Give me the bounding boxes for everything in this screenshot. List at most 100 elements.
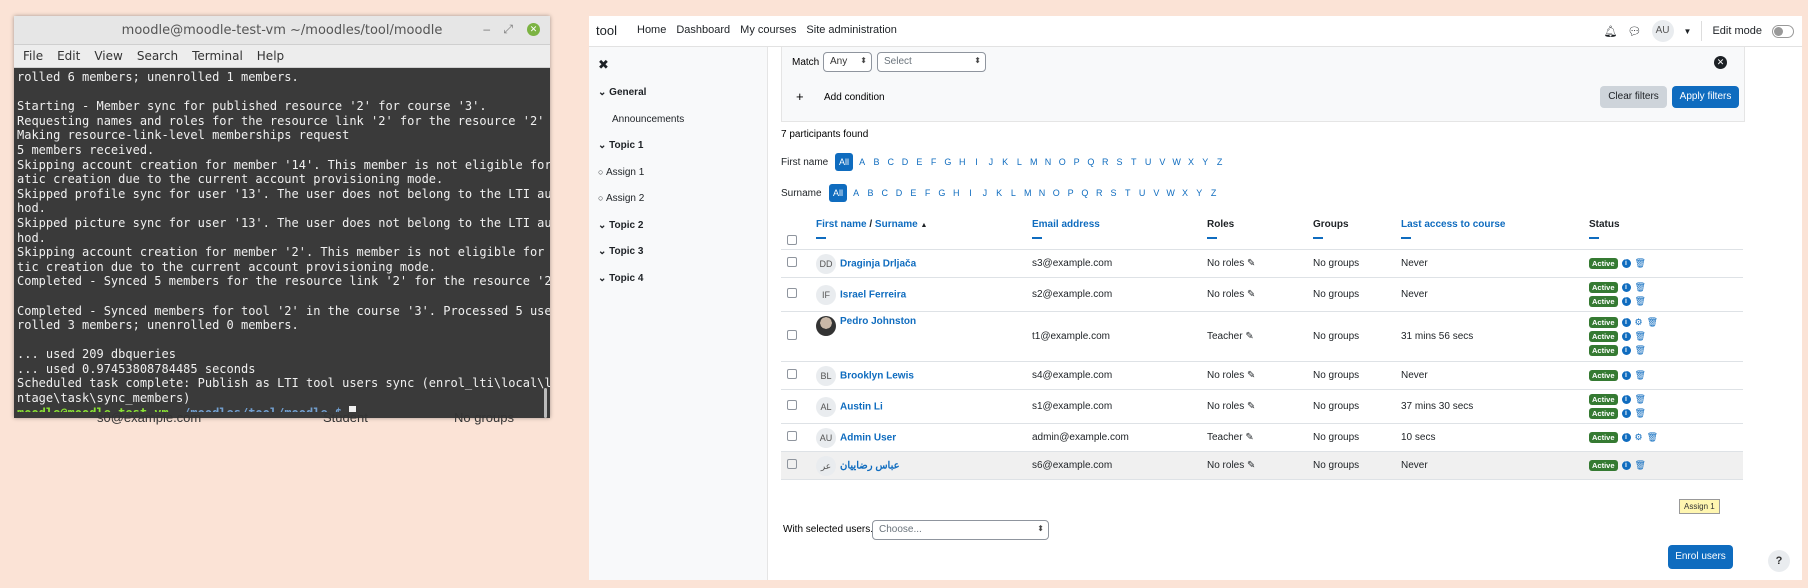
firstname-letter-p[interactable]: P	[1069, 153, 1083, 171]
user-name-link[interactable]: Austin Li	[840, 401, 883, 412]
info-icon[interactable]: i	[1621, 409, 1631, 418]
collapse-lastaccess-icon[interactable]	[1401, 237, 1411, 239]
trash-icon[interactable]: 🗑︎	[1635, 370, 1646, 381]
clear-filters-button[interactable]: Clear filters	[1600, 86, 1667, 108]
enrol-users-button[interactable]: Enrol users	[1668, 545, 1733, 569]
edit-mode-toggle[interactable]	[1772, 24, 1794, 38]
firstname-letter-a[interactable]: A	[855, 153, 869, 171]
row-checkbox[interactable]	[787, 431, 797, 441]
user-name-link[interactable]: Israel Ferreira	[840, 289, 906, 300]
trash-icon[interactable]: 🗑︎	[1647, 317, 1658, 328]
firstname-letter-e[interactable]: E	[912, 153, 926, 171]
info-icon[interactable]: i	[1621, 433, 1631, 442]
firstname-letter-z[interactable]: Z	[1212, 153, 1226, 171]
collapse-name-icon[interactable]	[816, 237, 826, 239]
surname-letter-r[interactable]: R	[1092, 184, 1106, 202]
chat-icon[interactable]: 💬︎	[1628, 25, 1642, 38]
firstname-letter-t[interactable]: T	[1127, 153, 1141, 171]
trash-icon[interactable]: 🗑︎	[1635, 282, 1646, 293]
site-brand[interactable]: tool	[596, 23, 617, 38]
pencil-icon[interactable]: ✎	[1244, 370, 1255, 381]
surname-letter-h[interactable]: H	[949, 184, 963, 202]
course-index-item[interactable]: ⌄ Topic 4	[598, 273, 643, 284]
bulk-action-select[interactable]: Choose...	[872, 520, 1049, 540]
trash-icon[interactable]: 🗑︎	[1635, 345, 1646, 356]
user-name-link[interactable]: عباس رضاییان	[840, 460, 900, 471]
close-drawer-icon[interactable]: ✖	[598, 57, 609, 73]
course-index-item[interactable]: ○ Assign 1	[598, 167, 644, 178]
firstname-letter-x[interactable]: X	[1184, 153, 1198, 171]
surname-letter-f[interactable]: F	[920, 184, 934, 202]
surname-letter-v[interactable]: V	[1149, 184, 1163, 202]
info-icon[interactable]: i	[1621, 461, 1631, 470]
firstname-letter-h[interactable]: H	[955, 153, 969, 171]
surname-letter-o[interactable]: O	[1049, 184, 1063, 202]
firstname-letter-f[interactable]: F	[926, 153, 940, 171]
firstname-letter-c[interactable]: C	[884, 153, 898, 171]
surname-letter-t[interactable]: T	[1121, 184, 1135, 202]
filter-type-select[interactable]: Select	[877, 52, 986, 72]
info-icon[interactable]: i	[1621, 346, 1631, 355]
surname-letter-a[interactable]: A	[849, 184, 863, 202]
trash-icon[interactable]: 🗑︎	[1635, 460, 1646, 471]
nav-link-my-courses[interactable]: My courses	[740, 24, 796, 36]
minimize-icon[interactable]: –	[483, 22, 490, 36]
pencil-icon[interactable]: ✎	[1243, 432, 1253, 443]
surname-letter-z[interactable]: Z	[1206, 184, 1220, 202]
firstname-letter-l[interactable]: L	[1012, 153, 1026, 171]
sort-lastaccess-link[interactable]: Last access to course	[1401, 219, 1506, 230]
chevron-down-icon[interactable]: ⌄	[598, 246, 609, 257]
course-index-item[interactable]: ⌄ General	[598, 87, 646, 98]
plus-icon[interactable]: +	[796, 89, 804, 104]
close-icon[interactable]: ✕	[527, 23, 540, 36]
trash-icon[interactable]: 🗑︎	[1635, 258, 1646, 269]
firstname-letter-w[interactable]: W	[1170, 153, 1184, 171]
surname-letter-u[interactable]: U	[1135, 184, 1149, 202]
user-name-link[interactable]: Pedro Johnston	[840, 316, 916, 327]
firstname-all-button[interactable]: All	[835, 153, 853, 171]
firstname-letter-d[interactable]: D	[898, 153, 912, 171]
info-icon[interactable]: i	[1621, 332, 1631, 341]
surname-letter-p[interactable]: P	[1063, 184, 1077, 202]
match-select[interactable]: Any	[823, 52, 872, 72]
surname-letter-e[interactable]: E	[906, 184, 920, 202]
terminal-menu-terminal[interactable]: Terminal	[183, 45, 248, 63]
firstname-letter-i[interactable]: I	[969, 153, 983, 171]
help-button[interactable]: ?	[1768, 550, 1790, 572]
firstname-letter-u[interactable]: U	[1141, 153, 1155, 171]
pencil-icon[interactable]: ✎	[1244, 401, 1255, 412]
nav-link-dashboard[interactable]: Dashboard	[676, 24, 730, 36]
pencil-icon[interactable]: ✎	[1244, 258, 1255, 269]
course-index-item[interactable]: ○ Assign 2	[598, 193, 644, 204]
trash-icon[interactable]: 🗑︎	[1647, 432, 1658, 443]
surname-letter-i[interactable]: I	[963, 184, 977, 202]
add-condition-link[interactable]: Add condition	[824, 92, 885, 103]
firstname-letter-q[interactable]: Q	[1084, 153, 1098, 171]
sort-email-link[interactable]: Email address	[1032, 219, 1100, 230]
course-index-item[interactable]: ⌄ Topic 2	[598, 220, 643, 231]
pencil-icon[interactable]: ✎	[1243, 331, 1253, 342]
chevron-down-icon[interactable]: ⌄	[598, 87, 609, 98]
info-icon[interactable]: i	[1621, 395, 1631, 404]
surname-letter-k[interactable]: K	[992, 184, 1006, 202]
info-icon[interactable]: i	[1621, 297, 1631, 306]
surname-letter-d[interactable]: D	[892, 184, 906, 202]
chevron-down-icon[interactable]: ⌄	[598, 273, 609, 284]
trash-icon[interactable]: 🗑︎	[1635, 331, 1646, 342]
surname-letter-b[interactable]: B	[863, 184, 877, 202]
row-checkbox[interactable]	[787, 288, 797, 298]
collapse-status-icon[interactable]	[1589, 237, 1599, 239]
info-icon[interactable]: i	[1621, 318, 1631, 327]
user-name-link[interactable]: Admin User	[840, 432, 896, 443]
surname-all-button[interactable]: All	[829, 184, 847, 202]
surname-letter-c[interactable]: C	[878, 184, 892, 202]
firstname-letter-r[interactable]: R	[1098, 153, 1112, 171]
apply-filters-button[interactable]: Apply filters	[1672, 86, 1739, 108]
sort-surname-link[interactable]: Surname	[875, 219, 918, 230]
trash-icon[interactable]: 🗑︎	[1635, 408, 1646, 419]
firstname-letter-g[interactable]: G	[941, 153, 955, 171]
collapse-roles-icon[interactable]	[1207, 237, 1217, 239]
firstname-letter-k[interactable]: K	[998, 153, 1012, 171]
collapse-groups-icon[interactable]	[1313, 237, 1323, 239]
firstname-letter-m[interactable]: M	[1027, 153, 1041, 171]
